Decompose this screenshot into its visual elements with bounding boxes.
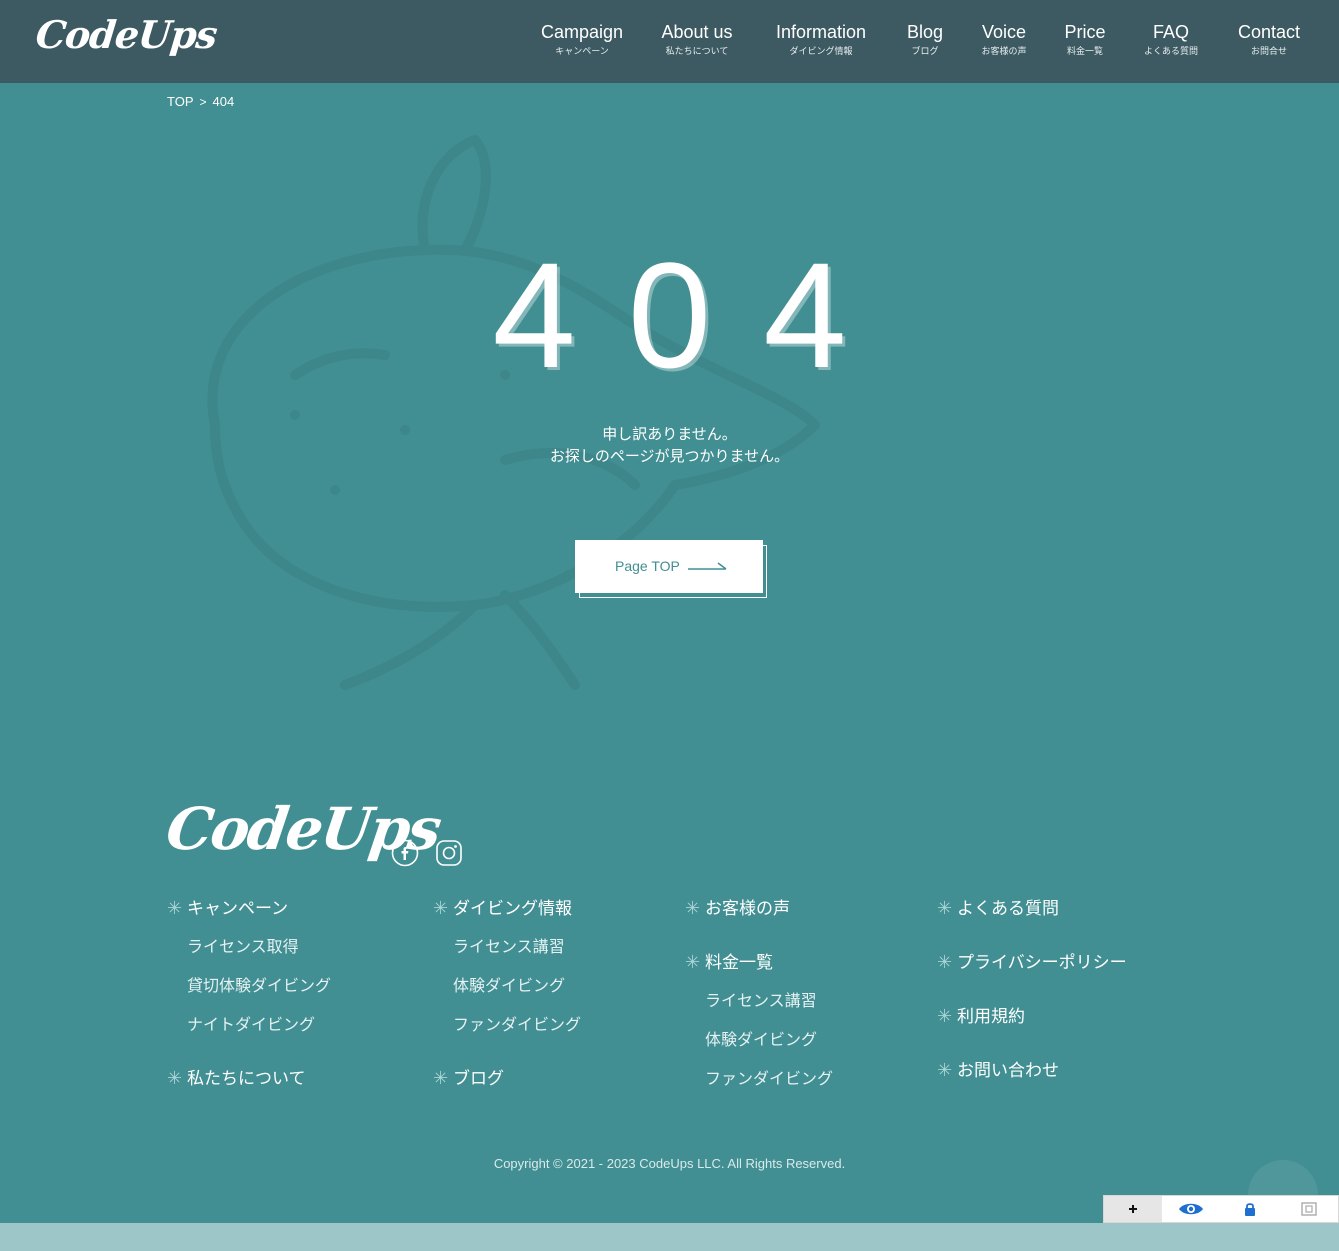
footer-link-privacy[interactable]: ✳ プライバシーポリシー <box>937 948 1127 973</box>
asterisk-icon: ✳ <box>167 1068 183 1089</box>
footer-link-about-label: 私たちについて <box>187 1069 306 1089</box>
nav-voice-ja: お客様の声 <box>981 47 1027 57</box>
footer-link-about[interactable]: ✳ 私たちについて <box>167 1064 306 1089</box>
lock-icon <box>1245 1202 1255 1216</box>
footer-link-faq[interactable]: ✳ よくある質問 <box>937 894 1059 919</box>
breadcrumb-current: 404 <box>212 94 235 110</box>
plus-button[interactable] <box>1104 1196 1162 1222</box>
asterisk-icon: ✳ <box>937 898 953 919</box>
instagram-icon[interactable] <box>434 838 464 868</box>
bottom-bar <box>0 1223 1339 1251</box>
global-nav: Campaign キャンペーン About us 私たちについて Informa… <box>0 20 1339 70</box>
footer-link-info[interactable]: ✳ ダイビング情報 <box>433 894 572 919</box>
footer-link-charter[interactable]: 貸切体験ダイビング <box>187 972 331 996</box>
nav-information-en: Information <box>775 22 867 42</box>
eye-icon <box>1179 1203 1203 1215</box>
nav-blog-ja: ブログ <box>911 47 939 57</box>
visibility-button[interactable] <box>1162 1196 1220 1222</box>
nav-price-ja: 料金一覧 <box>1066 47 1104 57</box>
nav-contact[interactable]: Contact お問合せ <box>1238 20 1300 60</box>
error-message-line1: 申し訳ありません。 <box>602 425 737 443</box>
nav-about-en: About us <box>661 22 733 42</box>
nav-faq[interactable]: FAQ よくある質問 <box>1144 20 1198 60</box>
footer-link-fun[interactable]: ファンダイビング <box>453 1011 581 1035</box>
nav-faq-en: FAQ <box>1152 22 1190 42</box>
footer-link-campaign-label: キャンペーン <box>187 899 289 919</box>
footer-link-terms-label: 利用規約 <box>957 1007 1025 1027</box>
asterisk-icon: ✳ <box>685 952 701 973</box>
footer-link-contact[interactable]: ✳ お問い合わせ <box>937 1056 1059 1081</box>
error-message-line2: お探しのページが見つかりません。 <box>549 447 790 465</box>
error-code: 404 <box>492 231 899 399</box>
nav-campaign-ja: キャンペーン <box>555 47 609 57</box>
nav-about-ja: 私たちについて <box>665 47 729 57</box>
footer-link-course[interactable]: ライセンス講習 <box>453 933 565 957</box>
footer-link-price-fun[interactable]: ファンダイビング <box>705 1065 833 1089</box>
overlay-toolbar <box>1103 1195 1339 1223</box>
footer-link-terms[interactable]: ✳ 利用規約 <box>937 1002 1025 1027</box>
footer-link-price-course[interactable]: ライセンス講習 <box>705 987 817 1011</box>
nav-price[interactable]: Price 料金一覧 <box>1064 20 1105 60</box>
nav-voice[interactable]: Voice お客様の声 <box>981 20 1026 60</box>
asterisk-icon: ✳ <box>167 898 183 919</box>
footer-link-campaign[interactable]: ✳ キャンペーン <box>167 894 288 919</box>
nav-campaign-en: Campaign <box>540 22 624 42</box>
footer-link-info-label: ダイビング情報 <box>453 899 572 919</box>
nav-faq-ja: よくある質問 <box>1143 47 1199 57</box>
arrow-right-icon <box>688 562 727 570</box>
footer-link-blog-label: ブログ <box>453 1069 504 1089</box>
nav-contact-en: Contact <box>1237 22 1301 42</box>
nav-blog-en: Blog <box>906 22 944 42</box>
asterisk-icon: ✳ <box>937 952 953 973</box>
page-top-button[interactable]: Page TOP <box>575 540 763 593</box>
footer-link-price-label: 料金一覧 <box>705 953 773 973</box>
footer-link-privacy-label: プライバシーポリシー <box>957 953 1127 973</box>
footer-link-night[interactable]: ナイトダイビング <box>187 1011 315 1035</box>
footer-link-faq-label: よくある質問 <box>957 899 1059 919</box>
site-header: CodeUps Campaign キャンペーン About us 私たちについて… <box>0 0 1339 83</box>
nav-campaign[interactable]: Campaign キャンペーン <box>541 20 623 60</box>
footer-link-price-trial[interactable]: 体験ダイビング <box>705 1026 817 1050</box>
facebook-icon[interactable] <box>390 838 420 868</box>
footer-link-voice-label: お客様の声 <box>705 899 790 919</box>
breadcrumb-separator: > <box>199 94 207 109</box>
asterisk-icon: ✳ <box>433 898 449 919</box>
footer-link-contact-label: お問い合わせ <box>957 1061 1059 1081</box>
nav-contact-ja: お問合せ <box>1250 47 1288 57</box>
footer-link-license[interactable]: ライセンス取得 <box>187 933 299 957</box>
nav-voice-en: Voice <box>981 22 1027 42</box>
breadcrumb-top-link[interactable]: TOP <box>167 94 194 109</box>
nav-information-ja: ダイビング情報 <box>789 47 853 57</box>
plus-icon <box>1129 1205 1137 1213</box>
copyright: Copyright © 2021 - 2023 CodeUps LLC. All… <box>493 1156 846 1171</box>
footer-link-voice[interactable]: ✳ お客様の声 <box>685 894 790 919</box>
whale-illustration <box>207 135 820 690</box>
panel-icon <box>1301 1202 1317 1216</box>
nav-price-en: Price <box>1064 22 1106 42</box>
breadcrumb: TOP >404 <box>167 93 234 109</box>
nav-information[interactable]: Information ダイビング情報 <box>776 20 866 60</box>
lock-button[interactable] <box>1221 1196 1279 1222</box>
asterisk-icon: ✳ <box>685 898 701 919</box>
nav-about[interactable]: About us 私たちについて <box>661 20 732 60</box>
footer-link-blog[interactable]: ✳ ブログ <box>433 1064 504 1089</box>
error-message: 申し訳ありません。 お探しのページが見つかりません。 <box>0 423 1339 467</box>
nav-blog[interactable]: Blog ブログ <box>907 20 943 60</box>
asterisk-icon: ✳ <box>937 1006 953 1027</box>
asterisk-icon: ✳ <box>937 1060 953 1081</box>
page-top-button-label: Page TOP <box>615 558 680 574</box>
asterisk-icon: ✳ <box>433 1068 449 1089</box>
footer-link-price[interactable]: ✳ 料金一覧 <box>685 948 773 973</box>
footer-link-trial[interactable]: 体験ダイビング <box>453 972 565 996</box>
panel-button[interactable] <box>1280 1196 1338 1222</box>
